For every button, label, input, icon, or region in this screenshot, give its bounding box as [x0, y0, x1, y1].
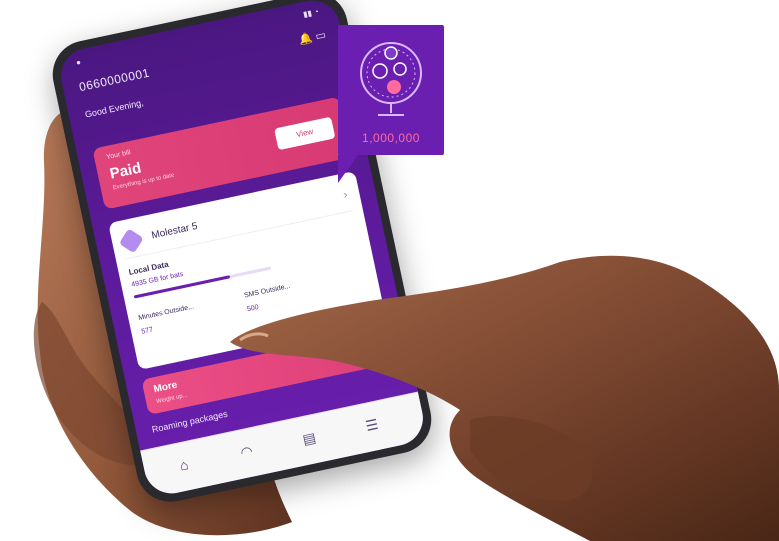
roaming-packages-title: Roaming packages	[150, 408, 229, 435]
lottery-amount: 1,000,000	[362, 131, 420, 145]
lottery-promo-card[interactable]: 1,000,000	[338, 25, 444, 155]
minutes-label: Minutes Outside...	[137, 303, 195, 322]
bill-kicker: Your bill	[105, 149, 132, 162]
marketing-scene: ● ▮▮ ◔ 0660000001 🔔 ▭ Good Evening, Your…	[0, 0, 779, 541]
signal-icon: ▮▮ ◔	[302, 7, 320, 20]
home-icon[interactable]: ⌂	[163, 453, 206, 481]
greeting-text: Good Evening,	[84, 97, 145, 120]
lottery-drum-icon	[360, 42, 422, 116]
plan-icon	[118, 228, 144, 254]
tooltip-pointer	[338, 155, 358, 183]
phone-number: 0660000001	[77, 65, 151, 95]
chevron-right-icon: ›	[341, 187, 349, 202]
plan-name: Molestar 5	[150, 220, 199, 242]
view-bill-button[interactable]: View	[274, 116, 336, 151]
more-subtitle: Weight up...	[155, 392, 189, 406]
minutes-value: 577	[140, 326, 154, 336]
more-title: More	[152, 379, 179, 396]
pointing-hand	[230, 255, 779, 541]
notification-icon[interactable]: 🔔 ▭	[298, 28, 327, 46]
status-time: ●	[75, 57, 82, 68]
